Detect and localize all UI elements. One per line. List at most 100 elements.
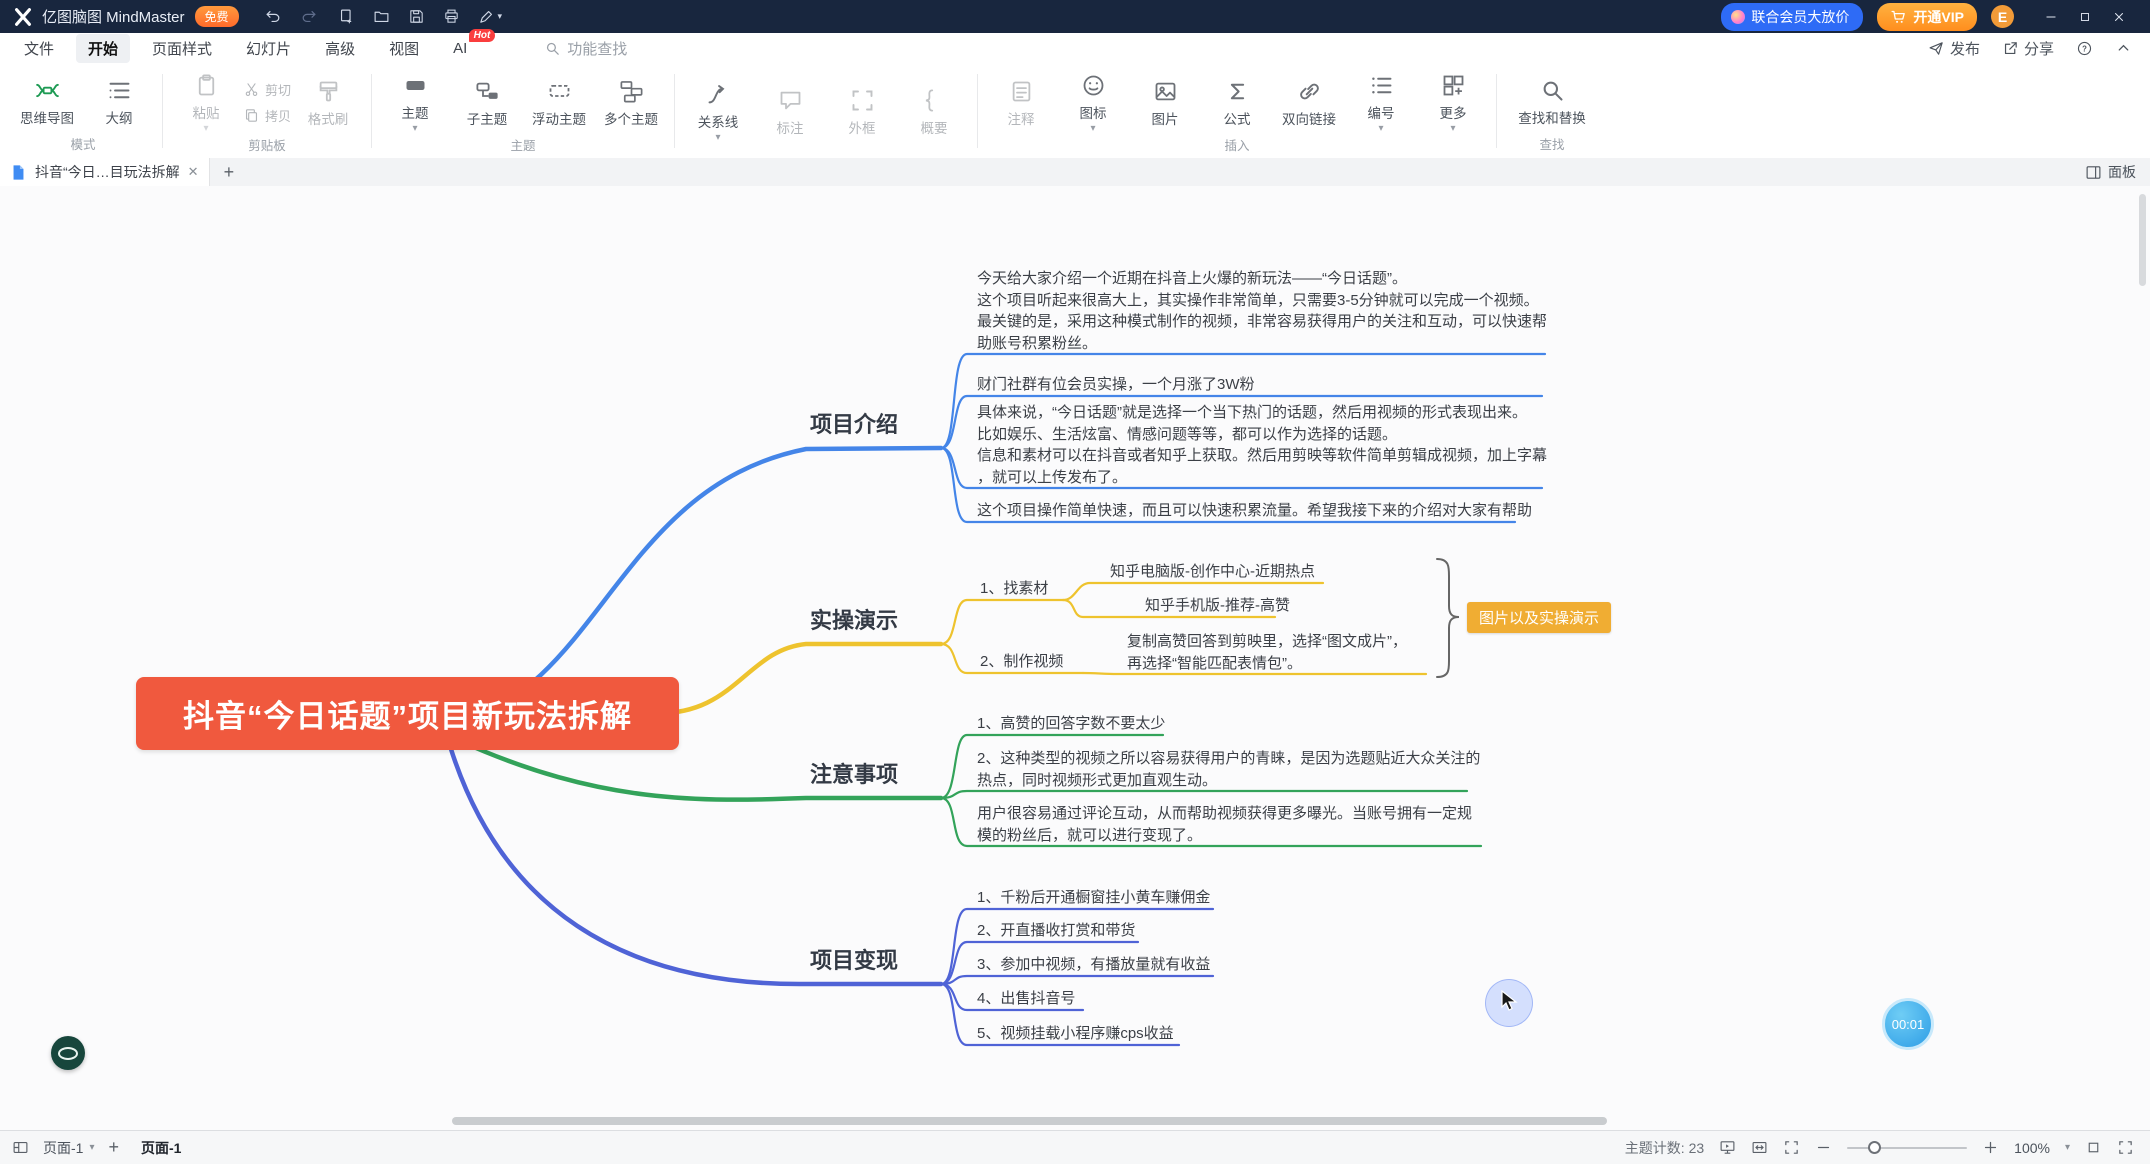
assistant-button[interactable] (51, 1036, 85, 1070)
fit-width-icon[interactable] (1751, 1139, 1768, 1156)
node-demo-step2a[interactable]: 复制高赞回答到剪映里，选择“图文成片”， 再选择“智能匹配表情包”。 (1127, 631, 1407, 674)
open-file-button[interactable] (373, 8, 390, 25)
undo-button[interactable] (265, 8, 282, 25)
node-notes-2[interactable]: 2、这种类型的视频之所以容易获得用户的青睐，是因为选题贴近大众关注的 热点，同时… (977, 748, 1480, 791)
relationship-line-button[interactable]: 关系线 ▾ (683, 79, 753, 144)
page-tab[interactable]: 页面-1 (133, 1138, 189, 1158)
document-tab[interactable]: 抖音“今日…目玩法拆解 ✕ (0, 158, 210, 186)
zoom-slider[interactable] (1847, 1147, 1967, 1149)
paper-plane-icon (1928, 40, 1945, 57)
node-intro-4[interactable]: 这个项目操作简单快速，而且可以快速积累流量。希望我接下来的介绍对大家有帮助 (977, 500, 1532, 522)
new-document-button[interactable] (338, 8, 355, 25)
mindmap-mode-button[interactable]: 思维导图 (12, 75, 82, 129)
summary-topic[interactable]: 图片以及实操演示 (1467, 602, 1611, 633)
node-notes-3[interactable]: 用户很容易通过评论互动，从而帮助视频获得更多曝光。当账号拥有一定规 模的粉丝后，… (977, 803, 1472, 846)
timer-widget[interactable]: 00:01 (1882, 998, 1934, 1050)
menu-tab-view[interactable]: 视图 (377, 34, 431, 63)
node-intro-1[interactable]: 今天给大家介绍一个近期在抖音上火爆的新玩法——“今日话题”。 这个项目听起来很高… (977, 268, 1547, 354)
menu-tab-file[interactable]: 文件 (12, 34, 66, 63)
presentation-icon[interactable] (1719, 1139, 1736, 1156)
cut-button[interactable]: 剪切 (243, 80, 291, 99)
node-monetize-1[interactable]: 1、千粉后开通橱窗挂小黄车赚佣金 (977, 887, 1210, 909)
insert-formula-button[interactable]: 公式 (1202, 76, 1272, 130)
node-notes-1[interactable]: 1、高赞的回答字数不要太少 (977, 713, 1165, 735)
central-topic[interactable]: 抖音“今日话题”项目新玩法拆解 (136, 677, 679, 750)
save-button[interactable] (408, 8, 425, 25)
callout-button[interactable]: 标注 (755, 85, 825, 139)
feature-search[interactable]: 功能查找 (544, 38, 627, 59)
node-demo-step2[interactable]: 2、制作视频 (980, 651, 1063, 673)
canvas[interactable]: 抖音“今日话题”项目新玩法拆解 项目介绍 实操演示 注意事项 项目变现 今天给大… (0, 186, 2150, 1130)
chevron-down-icon: ▾ (203, 125, 208, 133)
vertical-scrollbar[interactable] (2139, 194, 2146, 286)
add-page-button[interactable]: + (108, 1137, 119, 1158)
new-tab-button[interactable]: + (224, 162, 235, 183)
user-avatar[interactable]: E (1991, 5, 2014, 28)
page-board-icon[interactable] (12, 1139, 29, 1156)
menu-tab-slides[interactable]: 幻灯片 (234, 34, 303, 63)
print-button[interactable] (443, 8, 460, 25)
node-demo-step1a[interactable]: 知乎电脑版-创作中心-近期热点 (1110, 561, 1315, 583)
outline-mode-button[interactable]: 大纲 (84, 75, 154, 129)
menu-tab-home[interactable]: 开始 (76, 34, 130, 63)
main-topic-demo[interactable]: 实操演示 (810, 603, 898, 635)
find-replace-button[interactable]: 查找和替换 (1505, 75, 1599, 129)
topic-count-value: 23 (1689, 1140, 1705, 1156)
boundary-button[interactable]: 外框 (827, 85, 897, 139)
page-selector[interactable]: 页面-1 ▾ (43, 1138, 94, 1158)
multiple-topics-button[interactable]: 多个主题 (596, 76, 666, 130)
insert-icon-button[interactable]: 图标 ▾ (1058, 70, 1128, 135)
redo-button[interactable] (300, 8, 317, 25)
share-button[interactable]: 分享 (2002, 38, 2054, 59)
close-button[interactable] (2102, 10, 2136, 24)
more-insert-button[interactable]: 更多 ▾ (1418, 70, 1488, 135)
node-monetize-5[interactable]: 5、视频挂载小程序赚cps收益 (977, 1023, 1174, 1045)
member-promo-banner[interactable]: 联合会员大放价 (1721, 3, 1863, 31)
numbering-button[interactable]: 编号 ▾ (1346, 70, 1416, 135)
node-monetize-3[interactable]: 3、参加中视频，有播放量就有收益 (977, 954, 1210, 976)
node-demo-step1b[interactable]: 知乎手机版-推荐-高赞 (1145, 595, 1290, 617)
collapse-ribbon-button[interactable] (2115, 40, 2132, 57)
add-subtopic-button[interactable]: 子主题 (452, 76, 522, 130)
ribbon-separator (162, 74, 163, 148)
node-demo-step1[interactable]: 1、找素材 (980, 578, 1048, 600)
publish-button[interactable]: 发布 (1928, 38, 1980, 59)
layout-switch-icon[interactable] (2085, 1139, 2102, 1156)
format-painter-button[interactable]: 格式刷 (293, 76, 363, 130)
floating-topic-button[interactable]: 浮动主题 (524, 76, 594, 130)
fullscreen-icon[interactable] (2117, 1139, 2134, 1156)
horizontal-scrollbar[interactable] (452, 1117, 1607, 1125)
zoom-level[interactable]: 100% (2014, 1140, 2050, 1156)
open-vip-button[interactable]: 开通VIP (1877, 3, 1977, 31)
panel-toggle[interactable]: 面板 (2085, 162, 2150, 182)
main-topic-notes[interactable]: 注意事项 (810, 757, 898, 789)
help-icon (2076, 40, 2093, 57)
summary-button[interactable]: 概要 (899, 85, 969, 139)
copy-button[interactable]: 拷贝 (243, 106, 291, 125)
menu-tab-advanced[interactable]: 高级 (313, 34, 367, 63)
help-button[interactable] (2076, 40, 2093, 57)
customize-toolbar-button[interactable]: ▾ (478, 8, 503, 25)
add-topic-button[interactable]: 主题 ▾ (380, 70, 450, 135)
paste-button[interactable]: 粘贴 ▾ (171, 70, 241, 135)
comment-button[interactable]: 注释 (986, 76, 1056, 130)
minimize-button[interactable] (2034, 10, 2068, 24)
search-icon (544, 40, 561, 57)
bidirectional-link-button[interactable]: 双向链接 (1274, 76, 1344, 130)
node-monetize-4[interactable]: 4、出售抖音号 (977, 988, 1075, 1010)
node-monetize-2[interactable]: 2、开直播收打赏和带货 (977, 920, 1135, 942)
share-icon (2002, 40, 2019, 57)
zoom-slider-knob[interactable] (1868, 1141, 1881, 1154)
main-topic-intro[interactable]: 项目介绍 (810, 407, 898, 439)
fit-screen-icon[interactable] (1783, 1139, 1800, 1156)
node-intro-2[interactable]: 财门社群有位会员实操，一个月涨了3W粉 (977, 374, 1255, 396)
menu-tab-ai[interactable]: AI Hot (441, 36, 479, 61)
node-intro-3[interactable]: 具体来说，“今日话题”就是选择一个当下热门的话题，然后用视频的形式表现出来。 比… (977, 402, 1547, 488)
menu-tab-page-style[interactable]: 页面样式 (140, 34, 224, 63)
close-tab-icon[interactable]: ✕ (188, 164, 199, 180)
main-topic-monetize[interactable]: 项目变现 (810, 943, 898, 975)
zoom-in-button[interactable] (1982, 1139, 1999, 1156)
maximize-button[interactable] (2068, 10, 2102, 24)
zoom-out-button[interactable] (1815, 1139, 1832, 1156)
insert-image-button[interactable]: 图片 (1130, 76, 1200, 130)
